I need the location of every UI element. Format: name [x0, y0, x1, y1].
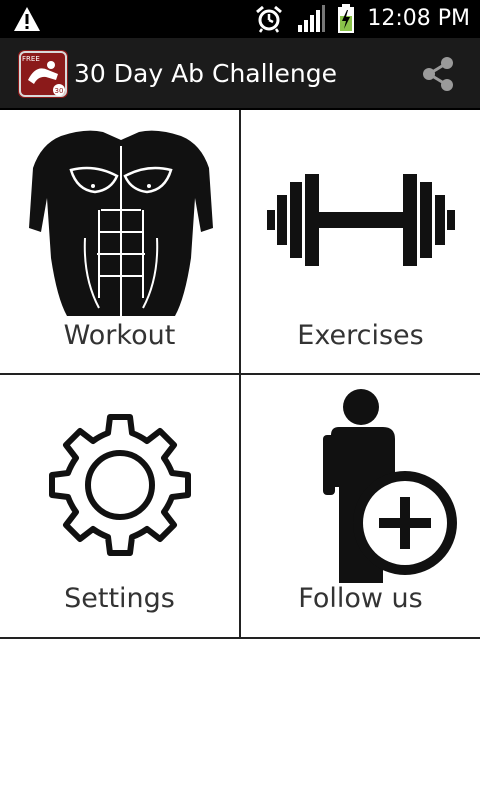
follow-us-tile[interactable]: Follow us [241, 375, 480, 637]
share-button[interactable] [418, 54, 458, 94]
share-icon [423, 57, 453, 91]
status-time: 12:08 PM [367, 6, 470, 31]
alarm-icon [254, 0, 284, 38]
status-bar: 12:08 PM [0, 0, 480, 38]
settings-tile[interactable]: Settings [0, 375, 239, 637]
signal-icon [295, 0, 327, 38]
workout-tile[interactable]: Workout [0, 110, 239, 373]
settings-label: Settings [64, 583, 175, 614]
dumbbell-icon [267, 174, 455, 266]
torso-icon [29, 130, 213, 316]
app-icon[interactable]: FREE 30 [18, 50, 68, 98]
exercises-label: Exercises [297, 320, 424, 351]
follow-us-label: Follow us [298, 583, 423, 614]
battery-charging-icon [334, 0, 358, 38]
add-person-icon [323, 389, 457, 583]
app-icon-badge-bottom: 30 [55, 87, 64, 95]
page-title: 30 Day Ab Challenge [74, 59, 337, 88]
action-bar: FREE 30 30 Day Ab Challenge [0, 38, 480, 110]
menu-grid: Workout Exercises Settings Follow us [0, 110, 480, 639]
app-icon-badge-top: FREE [22, 55, 40, 63]
exercises-tile[interactable]: Exercises [241, 110, 480, 373]
gear-icon [49, 414, 191, 556]
warning-icon [12, 0, 42, 38]
workout-label: Workout [63, 320, 176, 351]
grid-divider-bottom [0, 637, 480, 639]
